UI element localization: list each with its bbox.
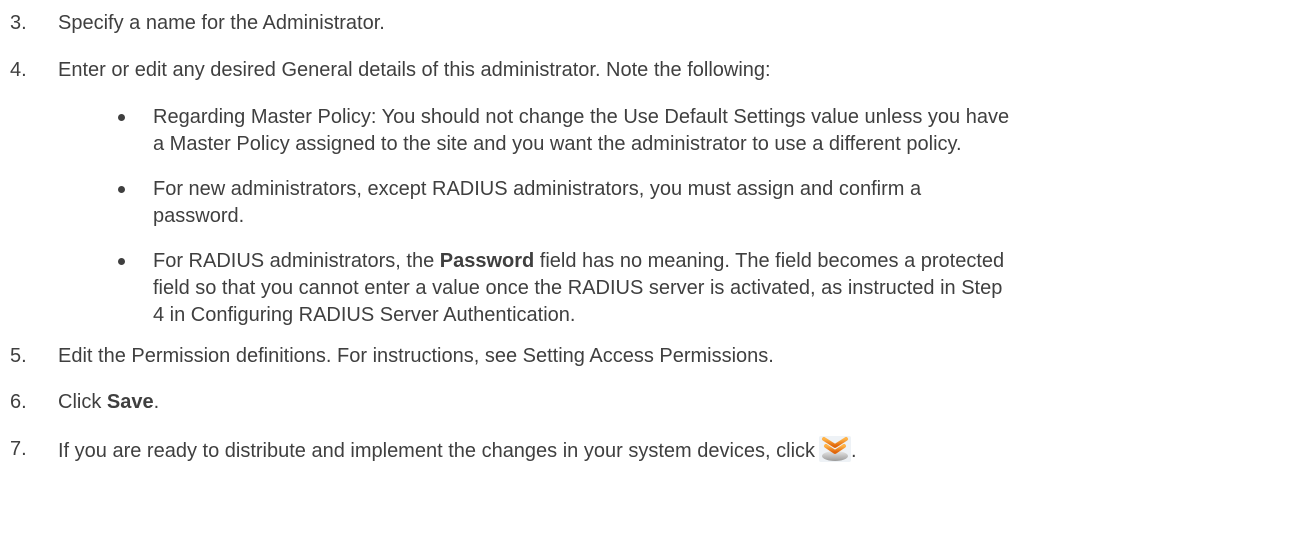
distribute-changes-icon[interactable] <box>819 436 852 462</box>
step-number: 6. <box>10 391 27 413</box>
text-segment: For RADIUS administrators, the <box>153 250 440 272</box>
bullet-line: Regarding Master Policy: You should not … <box>153 106 1010 128</box>
text-segment: field has no meaning. The field becomes … <box>534 250 1005 272</box>
bullet-line: field so that you cannot enter a value o… <box>153 277 1003 299</box>
bullet-text: For new administrators, except RADIUS ad… <box>153 176 1293 229</box>
step-number: 7. <box>10 438 27 460</box>
step-text: Specify a name for the Administrator. <box>58 12 385 34</box>
bullet-text: Regarding Master Policy: You should not … <box>153 104 1293 157</box>
bullet-dot <box>118 186 125 193</box>
step-number: 4. <box>10 59 27 81</box>
bullet-line: 4 in Configuring RADIUS Server Authentic… <box>153 304 576 326</box>
bullet-line: password. <box>153 205 245 227</box>
step-text: If you are ready to distribute and imple… <box>58 436 857 464</box>
step-number: 3. <box>10 12 27 34</box>
text-segment: . <box>153 391 160 413</box>
text-segment: Click <box>58 391 107 413</box>
bullet-dot <box>118 258 125 265</box>
bullet-dot <box>118 114 125 121</box>
bullet-text: For RADIUS administrators, the Password … <box>153 248 1293 328</box>
text-segment: . <box>851 440 857 462</box>
step-text: Click Save. <box>58 389 159 415</box>
bullet-line: For new administrators, except RADIUS ad… <box>153 178 922 200</box>
step-text: Edit the Permission definitions. For ins… <box>58 345 774 367</box>
save-label: Save <box>106 391 154 413</box>
text-segment: If you are ready to distribute and imple… <box>58 440 816 462</box>
step-number: 5. <box>10 345 27 367</box>
bullet-line: a Master Policy assigned to the site and… <box>153 133 962 155</box>
step-text: Enter or edit any desired General detail… <box>58 59 771 81</box>
password-field-label: Password <box>439 250 535 272</box>
bullet-line: For RADIUS administrators, the Password … <box>153 248 1293 274</box>
